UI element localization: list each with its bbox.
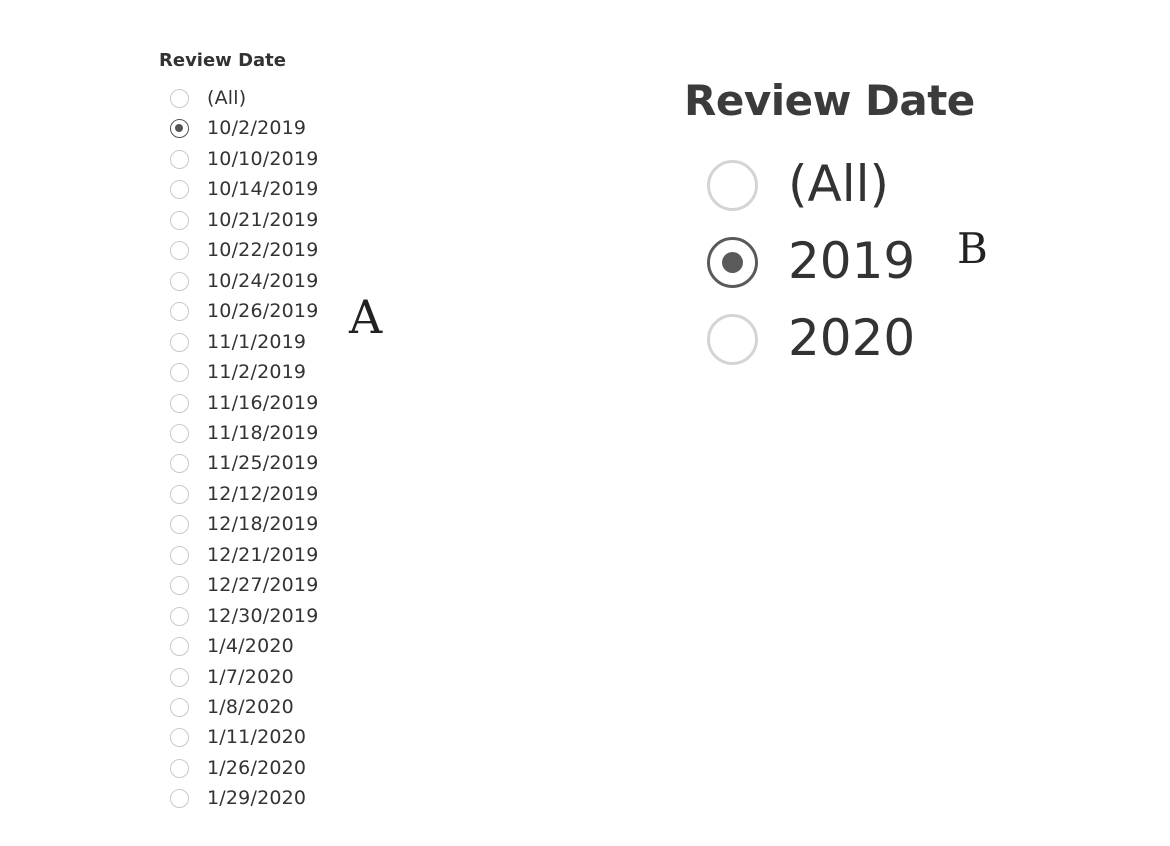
radio-button[interactable] [170, 210, 189, 230]
radio-button[interactable] [170, 241, 189, 261]
radio-option-label: 12/12/2019 [207, 482, 319, 505]
radio-option-label: 11/18/2019 [207, 421, 319, 444]
radio-button[interactable] [170, 423, 189, 443]
radio-option-label: 10/26/2019 [207, 300, 319, 323]
radio-button[interactable] [170, 545, 189, 565]
radio-option-label: (All) [788, 155, 890, 213]
radio-option-label: 1/29/2020 [207, 787, 307, 810]
radio-option-label: 10/14/2019 [207, 178, 319, 201]
radio-button[interactable] [707, 160, 758, 211]
radio-option-label: 12/21/2019 [207, 543, 319, 566]
radio-option-label: 12/27/2019 [207, 574, 319, 597]
radio-option-label: 1/26/2020 [207, 756, 307, 779]
radio-option-label: 12/18/2019 [207, 513, 319, 536]
radio-option-label: 2019 [788, 232, 916, 290]
radio-button[interactable] [170, 149, 189, 169]
radio-option-label: 11/2/2019 [207, 361, 307, 384]
radio-button[interactable] [707, 314, 758, 365]
radio-button[interactable] [170, 271, 189, 291]
radio-option-label: 1/4/2020 [207, 635, 294, 658]
radio-button[interactable] [170, 637, 189, 657]
radio-button-selected[interactable] [707, 237, 758, 288]
radio-button[interactable] [170, 180, 189, 200]
radio-option-label: 10/10/2019 [207, 147, 319, 170]
radio-button[interactable] [170, 515, 189, 535]
radio-option-label: 11/25/2019 [207, 452, 319, 475]
radio-option-label: 10/22/2019 [207, 239, 319, 262]
panel-marker-b: B [957, 224, 988, 273]
radio-button[interactable] [170, 393, 189, 413]
radio-button[interactable] [170, 728, 189, 748]
radio-button[interactable] [170, 89, 189, 108]
radio-option-label: 11/16/2019 [207, 391, 319, 414]
radio-option-label: 10/2/2019 [207, 117, 307, 140]
radio-option-label: 1/8/2020 [207, 696, 294, 718]
radio-button[interactable] [170, 789, 189, 809]
filter-title: Review Date [159, 50, 286, 71]
radio-button[interactable] [170, 363, 189, 383]
radio-button[interactable] [170, 606, 189, 626]
radio-option-label: 11/1/2019 [207, 330, 307, 353]
radio-option-label: (All) [207, 87, 247, 109]
radio-option-label: 12/30/2019 [207, 604, 319, 627]
radio-button[interactable] [170, 576, 189, 596]
radio-option-label: 2020 [788, 309, 916, 367]
filter-title: Review Date [684, 76, 975, 125]
radio-button[interactable] [170, 667, 189, 687]
radio-button-selected[interactable] [170, 119, 189, 139]
radio-button[interactable] [170, 332, 189, 352]
radio-button[interactable] [170, 484, 189, 504]
radio-option-label: 1/7/2020 [207, 665, 294, 688]
radio-button[interactable] [170, 454, 189, 474]
radio-option-label: 1/11/2020 [207, 726, 307, 749]
panel-marker-a: A [349, 290, 383, 344]
radio-button[interactable] [170, 758, 189, 778]
radio-button[interactable] [170, 698, 189, 717]
radio-option-label: 10/21/2019 [207, 208, 319, 231]
radio-option-label: 10/24/2019 [207, 269, 319, 292]
radio-button[interactable] [170, 302, 189, 322]
